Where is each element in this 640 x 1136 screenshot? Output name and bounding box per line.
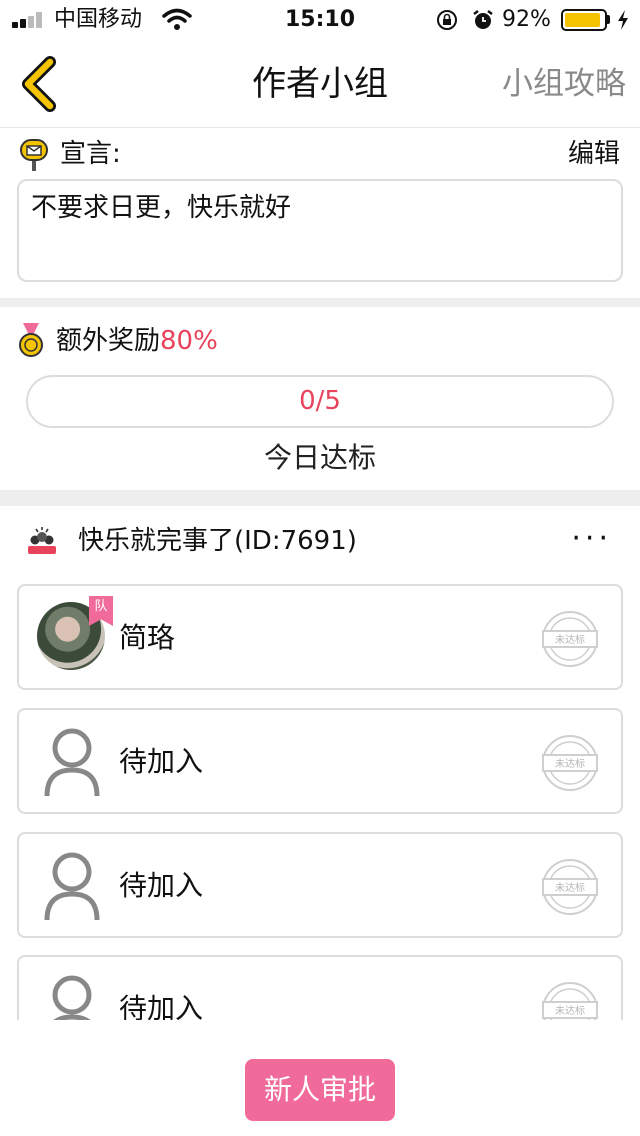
battery-percent: 92%	[502, 7, 551, 32]
group-guide-link[interactable]: 小组攻略	[502, 64, 626, 104]
declaration-header: 宣言: 编辑	[0, 128, 640, 180]
reward-percent: 80%	[160, 326, 218, 356]
team-name: 快乐就完事了(ID:7691)	[78, 526, 357, 556]
user-placeholder-icon	[44, 728, 100, 797]
status-bar: 中国移动 15:10 92%	[0, 0, 640, 40]
nav-bar: 作者小组 小组攻略	[0, 40, 640, 128]
declaration-text: 不要求日更，快乐就好	[17, 179, 623, 282]
section-divider	[0, 490, 640, 506]
svg-text:未达标: 未达标	[555, 634, 585, 646]
reward-label: 额外奖励80%	[56, 326, 218, 356]
progress-caption: 今日达标	[263, 441, 376, 474]
edit-button[interactable]: 编辑	[568, 138, 620, 170]
member-name: 简珞	[119, 621, 176, 654]
section-divider	[0, 298, 640, 307]
member-card[interactable]: 队 简珞 未达标	[17, 584, 623, 690]
member-card[interactable]: 待加入 未达标	[17, 832, 623, 938]
medal-icon	[19, 323, 43, 357]
team-icon	[28, 527, 56, 554]
not-met-stamp-icon: 未达标	[542, 611, 598, 667]
mailbox-icon	[20, 139, 48, 171]
svg-text:未达标: 未达标	[555, 882, 585, 894]
member-name: 待加入	[119, 745, 204, 778]
charging-icon	[618, 10, 628, 30]
user-placeholder-icon	[44, 852, 100, 921]
member-card[interactable]: 待加入 未达标	[17, 708, 623, 814]
svg-text:未达标: 未达标	[555, 1005, 585, 1017]
alarm-icon	[473, 10, 493, 29]
member-name: 待加入	[119, 869, 204, 902]
not-met-stamp-icon: 未达标	[542, 735, 598, 791]
rotation-lock-icon	[437, 10, 457, 30]
declaration-label: 宣言:	[60, 139, 121, 169]
progress-bar: 0/5	[26, 375, 614, 428]
battery-icon	[561, 9, 607, 31]
svg-text:未达标: 未达标	[555, 758, 585, 770]
not-met-stamp-icon: 未达标	[542, 859, 598, 915]
new-member-approval-button[interactable]: 新人审批	[245, 1059, 395, 1121]
more-options-button[interactable]: ···	[571, 522, 612, 556]
